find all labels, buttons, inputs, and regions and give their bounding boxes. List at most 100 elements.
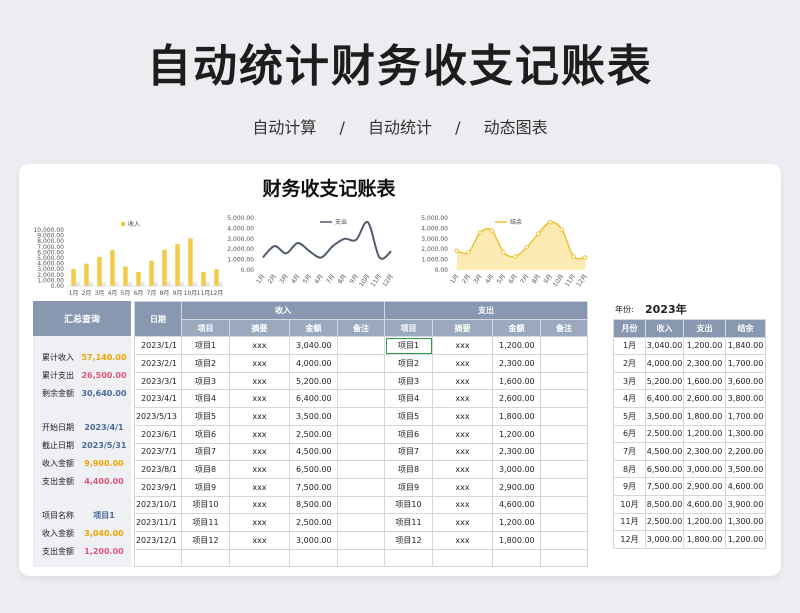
income-amount-cell[interactable]: 6,400.00 — [289, 389, 338, 409]
expense-note-cell[interactable] — [540, 354, 588, 373]
expense-note-cell[interactable] — [540, 495, 588, 515]
date-cell[interactable]: 2023/6/1 — [134, 424, 182, 444]
expense-item-cell[interactable]: 项目8 — [384, 460, 433, 479]
balance-cell[interactable]: 3,500.00 — [725, 459, 766, 479]
expense-cell[interactable]: 2,900.00 — [683, 477, 726, 496]
expense-cell[interactable]: 1,600.00 — [683, 371, 726, 391]
income-cell[interactable]: 2,500.00 — [645, 424, 684, 444]
expense-cell[interactable]: 1,800.00 — [683, 406, 726, 426]
income-amount-cell[interactable]: 3,040.00 — [289, 336, 338, 356]
expense-note-cell[interactable] — [540, 460, 588, 479]
income-note-cell[interactable] — [337, 407, 385, 426]
expense-amount-cell[interactable]: 2,300.00 — [492, 354, 541, 373]
income-note-cell[interactable] — [337, 424, 385, 444]
income-amount-cell[interactable]: 6,500.00 — [289, 460, 338, 479]
date-cell[interactable]: 2023/12/1 — [134, 530, 182, 550]
income-desc-cell[interactable] — [229, 548, 290, 568]
income-item-cell[interactable]: 项目6 — [181, 424, 230, 444]
income-desc-cell[interactable]: xxx — [229, 495, 290, 515]
income-item-cell[interactable]: 项目12 — [181, 530, 230, 550]
income-amount-cell[interactable]: 4,000.00 — [289, 354, 338, 373]
expense-note-cell[interactable] — [540, 513, 588, 532]
date-cell[interactable]: 2023/4/1 — [134, 389, 182, 409]
balance-cell[interactable]: 3,800.00 — [725, 389, 766, 408]
income-amount-cell[interactable]: 3,500.00 — [289, 407, 338, 426]
expense-desc-cell[interactable]: xxx — [432, 530, 493, 550]
income-note-cell[interactable] — [337, 530, 385, 550]
expense-desc-cell[interactable] — [432, 548, 493, 568]
month-cell[interactable]: 10月 — [613, 494, 646, 514]
expense-item-cell[interactable] — [384, 548, 433, 568]
expense-cell[interactable]: 3,000.00 — [683, 459, 726, 479]
income-item-cell[interactable]: 项目7 — [181, 442, 230, 462]
expense-item-cell[interactable]: 项目9 — [384, 477, 433, 497]
income-desc-cell[interactable]: xxx — [229, 477, 290, 497]
summary-value[interactable]: 2023/4/1 — [77, 423, 131, 432]
expense-item-cell[interactable]: 项目10 — [384, 495, 433, 515]
income-item-cell[interactable]: 项目1 — [181, 336, 230, 356]
expense-amount-cell[interactable]: 2,600.00 — [492, 389, 541, 409]
date-cell[interactable]: 2023/10/1 — [134, 495, 182, 515]
expense-cell[interactable]: 1,800.00 — [683, 530, 726, 549]
income-note-cell[interactable] — [337, 354, 385, 373]
date-cell[interactable]: 2023/7/1 — [134, 442, 182, 462]
income-desc-cell[interactable]: xxx — [229, 336, 290, 356]
month-cell[interactable]: 9月 — [613, 477, 646, 496]
income-item-cell[interactable]: 项目9 — [181, 477, 230, 497]
income-desc-cell[interactable]: xxx — [229, 389, 290, 409]
month-cell[interactable]: 4月 — [613, 389, 646, 408]
income-note-cell[interactable] — [337, 442, 385, 462]
income-item-cell[interactable]: 项目4 — [181, 389, 230, 409]
expense-desc-cell[interactable]: xxx — [432, 424, 493, 444]
expense-cell[interactable]: 4,600.00 — [683, 494, 726, 514]
income-cell[interactable]: 3,000.00 — [645, 530, 684, 549]
balance-cell[interactable]: 1,200.00 — [725, 530, 766, 549]
expense-desc-cell[interactable]: xxx — [432, 477, 493, 497]
balance-cell[interactable]: 1,700.00 — [725, 406, 766, 426]
income-amount-cell[interactable] — [289, 548, 338, 568]
income-amount-cell[interactable]: 4,500.00 — [289, 442, 338, 462]
date-cell[interactable]: 2023/9/1 — [134, 477, 182, 497]
expense-amount-cell[interactable]: 1,200.00 — [492, 424, 541, 444]
expense-cell[interactable]: 2,300.00 — [683, 354, 726, 373]
income-item-cell[interactable]: 项目10 — [181, 495, 230, 515]
income-item-cell[interactable]: 项目2 — [181, 354, 230, 373]
expense-amount-cell[interactable]: 2,300.00 — [492, 442, 541, 462]
expense-note-cell[interactable] — [540, 336, 588, 356]
balance-cell[interactable]: 1,300.00 — [725, 512, 766, 532]
month-cell[interactable]: 6月 — [613, 424, 646, 444]
expense-amount-cell[interactable] — [492, 548, 541, 568]
income-amount-cell[interactable]: 2,500.00 — [289, 513, 338, 532]
expense-desc-cell[interactable]: xxx — [432, 336, 493, 356]
expense-item-cell[interactable]: 项目2 — [384, 354, 433, 373]
expense-note-cell[interactable] — [540, 477, 588, 497]
expense-amount-cell[interactable]: 1,200.00 — [492, 513, 541, 532]
date-cell[interactable]: 2023/3/1 — [134, 371, 182, 391]
income-amount-cell[interactable]: 2,500.00 — [289, 424, 338, 444]
expense-desc-cell[interactable]: xxx — [432, 442, 493, 462]
expense-desc-cell[interactable]: xxx — [432, 407, 493, 426]
expense-desc-cell[interactable]: xxx — [432, 513, 493, 532]
expense-item-cell[interactable]: 项目4 — [384, 389, 433, 409]
income-cell[interactable]: 3,040.00 — [645, 336, 684, 356]
expense-cell[interactable]: 1,200.00 — [683, 336, 726, 356]
income-item-cell[interactable]: 项目11 — [181, 513, 230, 532]
income-cell[interactable]: 8,500.00 — [645, 494, 684, 514]
month-cell[interactable]: 12月 — [613, 530, 646, 549]
date-cell[interactable] — [134, 548, 182, 568]
summary-value[interactable]: 3,040.00 — [77, 529, 131, 538]
summary-value[interactable]: 26,500.00 — [77, 371, 131, 380]
income-item-cell[interactable]: 项目8 — [181, 460, 230, 479]
expense-cell[interactable]: 2,600.00 — [683, 389, 726, 408]
income-desc-cell[interactable]: xxx — [229, 354, 290, 373]
balance-cell[interactable]: 3,600.00 — [725, 371, 766, 391]
expense-item-cell[interactable]: 项目5 — [384, 407, 433, 426]
date-cell[interactable]: 2023/1/1 — [134, 336, 182, 356]
expense-desc-cell[interactable]: xxx — [432, 371, 493, 391]
summary-value[interactable]: 2023/5/31 — [77, 441, 131, 450]
month-cell[interactable]: 8月 — [613, 459, 646, 479]
income-cell[interactable]: 4,000.00 — [645, 354, 684, 373]
income-desc-cell[interactable]: xxx — [229, 407, 290, 426]
income-amount-cell[interactable]: 5,200.00 — [289, 371, 338, 391]
balance-cell[interactable]: 2,200.00 — [725, 442, 766, 461]
